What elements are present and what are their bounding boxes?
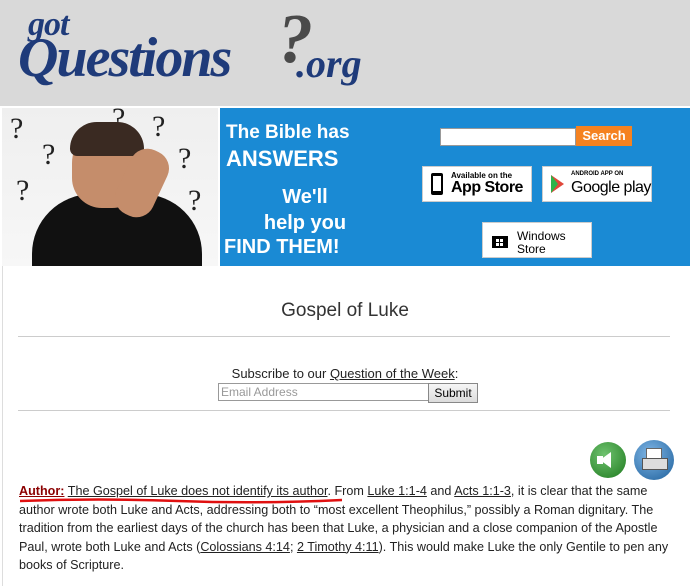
windows-store-line1: Windows <box>517 229 566 243</box>
phone-icon <box>431 173 443 195</box>
divider <box>18 336 670 337</box>
tagline-line1: The Bible has <box>226 122 350 143</box>
subscribe-suffix: : <box>454 366 459 381</box>
search-input[interactable] <box>440 128 576 146</box>
speaker-cone <box>600 452 611 468</box>
article-text: ; <box>289 539 297 554</box>
subscribe-text: Subscribe to our Question of the Week: <box>0 366 690 381</box>
site-header: got Questions ? .org <box>0 0 690 106</box>
question-mark-decor: ? <box>16 174 30 207</box>
red-underline-annotation <box>19 498 343 504</box>
submit-button[interactable]: Submit <box>428 383 478 403</box>
email-field[interactable]: Email Address <box>218 383 432 401</box>
search-button[interactable]: Search <box>576 126 632 146</box>
banner: ? ? ? ? ? ? ? The Bible has ANSWERS We'l… <box>0 106 690 266</box>
question-of-week-link[interactable]: Question of the Week <box>330 366 455 381</box>
google-play-small: ANDROID APP ON <box>571 171 624 177</box>
google-play-big: Google play <box>571 179 651 196</box>
printer-icon[interactable] <box>634 440 674 480</box>
confused-man-image: ? ? ? ? ? ? ? <box>2 108 218 266</box>
windows-store-badge[interactable]: Windows Store <box>482 222 592 258</box>
scripture-link-acts[interactable]: Acts 1:1-3 <box>454 484 511 498</box>
tagline-line3: We'll help you <box>260 184 350 236</box>
scripture-link-colossians[interactable]: Colossians 4:14 <box>200 540 290 554</box>
scripture-link-luke[interactable]: Luke 1:1-4 <box>367 484 427 498</box>
tagline-help-you: help you <box>263 212 347 234</box>
tagline-find-them: FIND THEM! <box>224 236 340 258</box>
windows-store-line2: Store <box>517 242 546 256</box>
play-triangle-icon <box>551 175 564 193</box>
app-store-badge[interactable]: Available on the App Store <box>422 166 532 202</box>
app-store-big: App Store <box>451 179 523 196</box>
printer-body <box>642 458 668 470</box>
tagline-line2: ANSWERS <box>226 146 339 171</box>
divider <box>18 410 670 411</box>
scripture-link-timothy[interactable]: 2 Timothy 4:11 <box>297 540 379 554</box>
google-play-badge[interactable]: ANDROID APP ON Google play <box>542 166 652 202</box>
banner-blue-panel: The Bible has ANSWERS We'll help you FIN… <box>220 108 690 266</box>
article-text: and <box>426 484 455 498</box>
question-mark-decor: ? <box>42 138 56 171</box>
page-title: Gospel of Luke <box>281 300 409 321</box>
windows-bag-icon <box>492 236 508 248</box>
question-mark-decor: ? <box>188 184 202 217</box>
subscribe-prefix: Subscribe to our <box>231 366 330 381</box>
question-mark-decor: ? <box>10 112 24 145</box>
question-mark-decor: ? <box>152 110 166 143</box>
tagline-we-ll: We'll <box>282 186 328 208</box>
speaker-icon[interactable] <box>590 442 626 478</box>
question-mark-decor: ? <box>178 142 192 175</box>
main-content: Gospel of Luke Subscribe to our Question… <box>0 266 690 586</box>
logo-org: .org <box>296 41 362 86</box>
man-hair <box>70 122 144 156</box>
site-logo[interactable]: got Questions ? .org <box>16 1 376 96</box>
logo-questions: Questions <box>18 27 232 89</box>
